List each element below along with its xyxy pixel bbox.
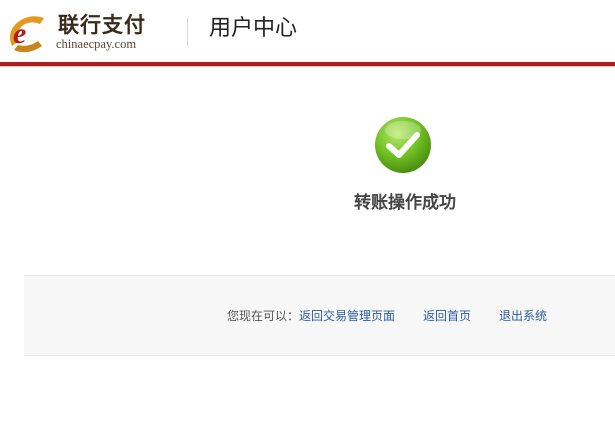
site-header: e 联行支付 chinaecpay.com 用户中心 — [0, 0, 615, 62]
back-to-transactions-link[interactable]: 返回交易管理页面 — [299, 309, 395, 323]
back-to-home-link[interactable]: 返回首页 — [423, 309, 471, 323]
next-actions-row: 您现在可以：返回交易管理页面 返回首页 退出系统 — [227, 308, 547, 324]
logo[interactable]: e 联行支付 chinaecpay.com — [4, 10, 154, 56]
brand-name: 联行支付 — [58, 12, 146, 37]
page-title: 用户中心 — [209, 16, 298, 41]
success-message: 转账操作成功 — [354, 193, 456, 213]
chinaecpay-logo-icon: e — [10, 16, 44, 53]
check-circle-icon — [375, 117, 431, 173]
svg-text:e: e — [13, 17, 26, 50]
header-accent-bar — [0, 62, 615, 67]
logout-link[interactable]: 退出系统 — [499, 309, 547, 323]
header-divider — [187, 18, 188, 46]
brand-url: chinaecpay.com — [56, 37, 137, 51]
next-actions-prompt: 您现在可以： — [227, 309, 300, 323]
next-actions-panel: 您现在可以：返回交易管理页面 返回首页 退出系统 — [24, 275, 615, 356]
